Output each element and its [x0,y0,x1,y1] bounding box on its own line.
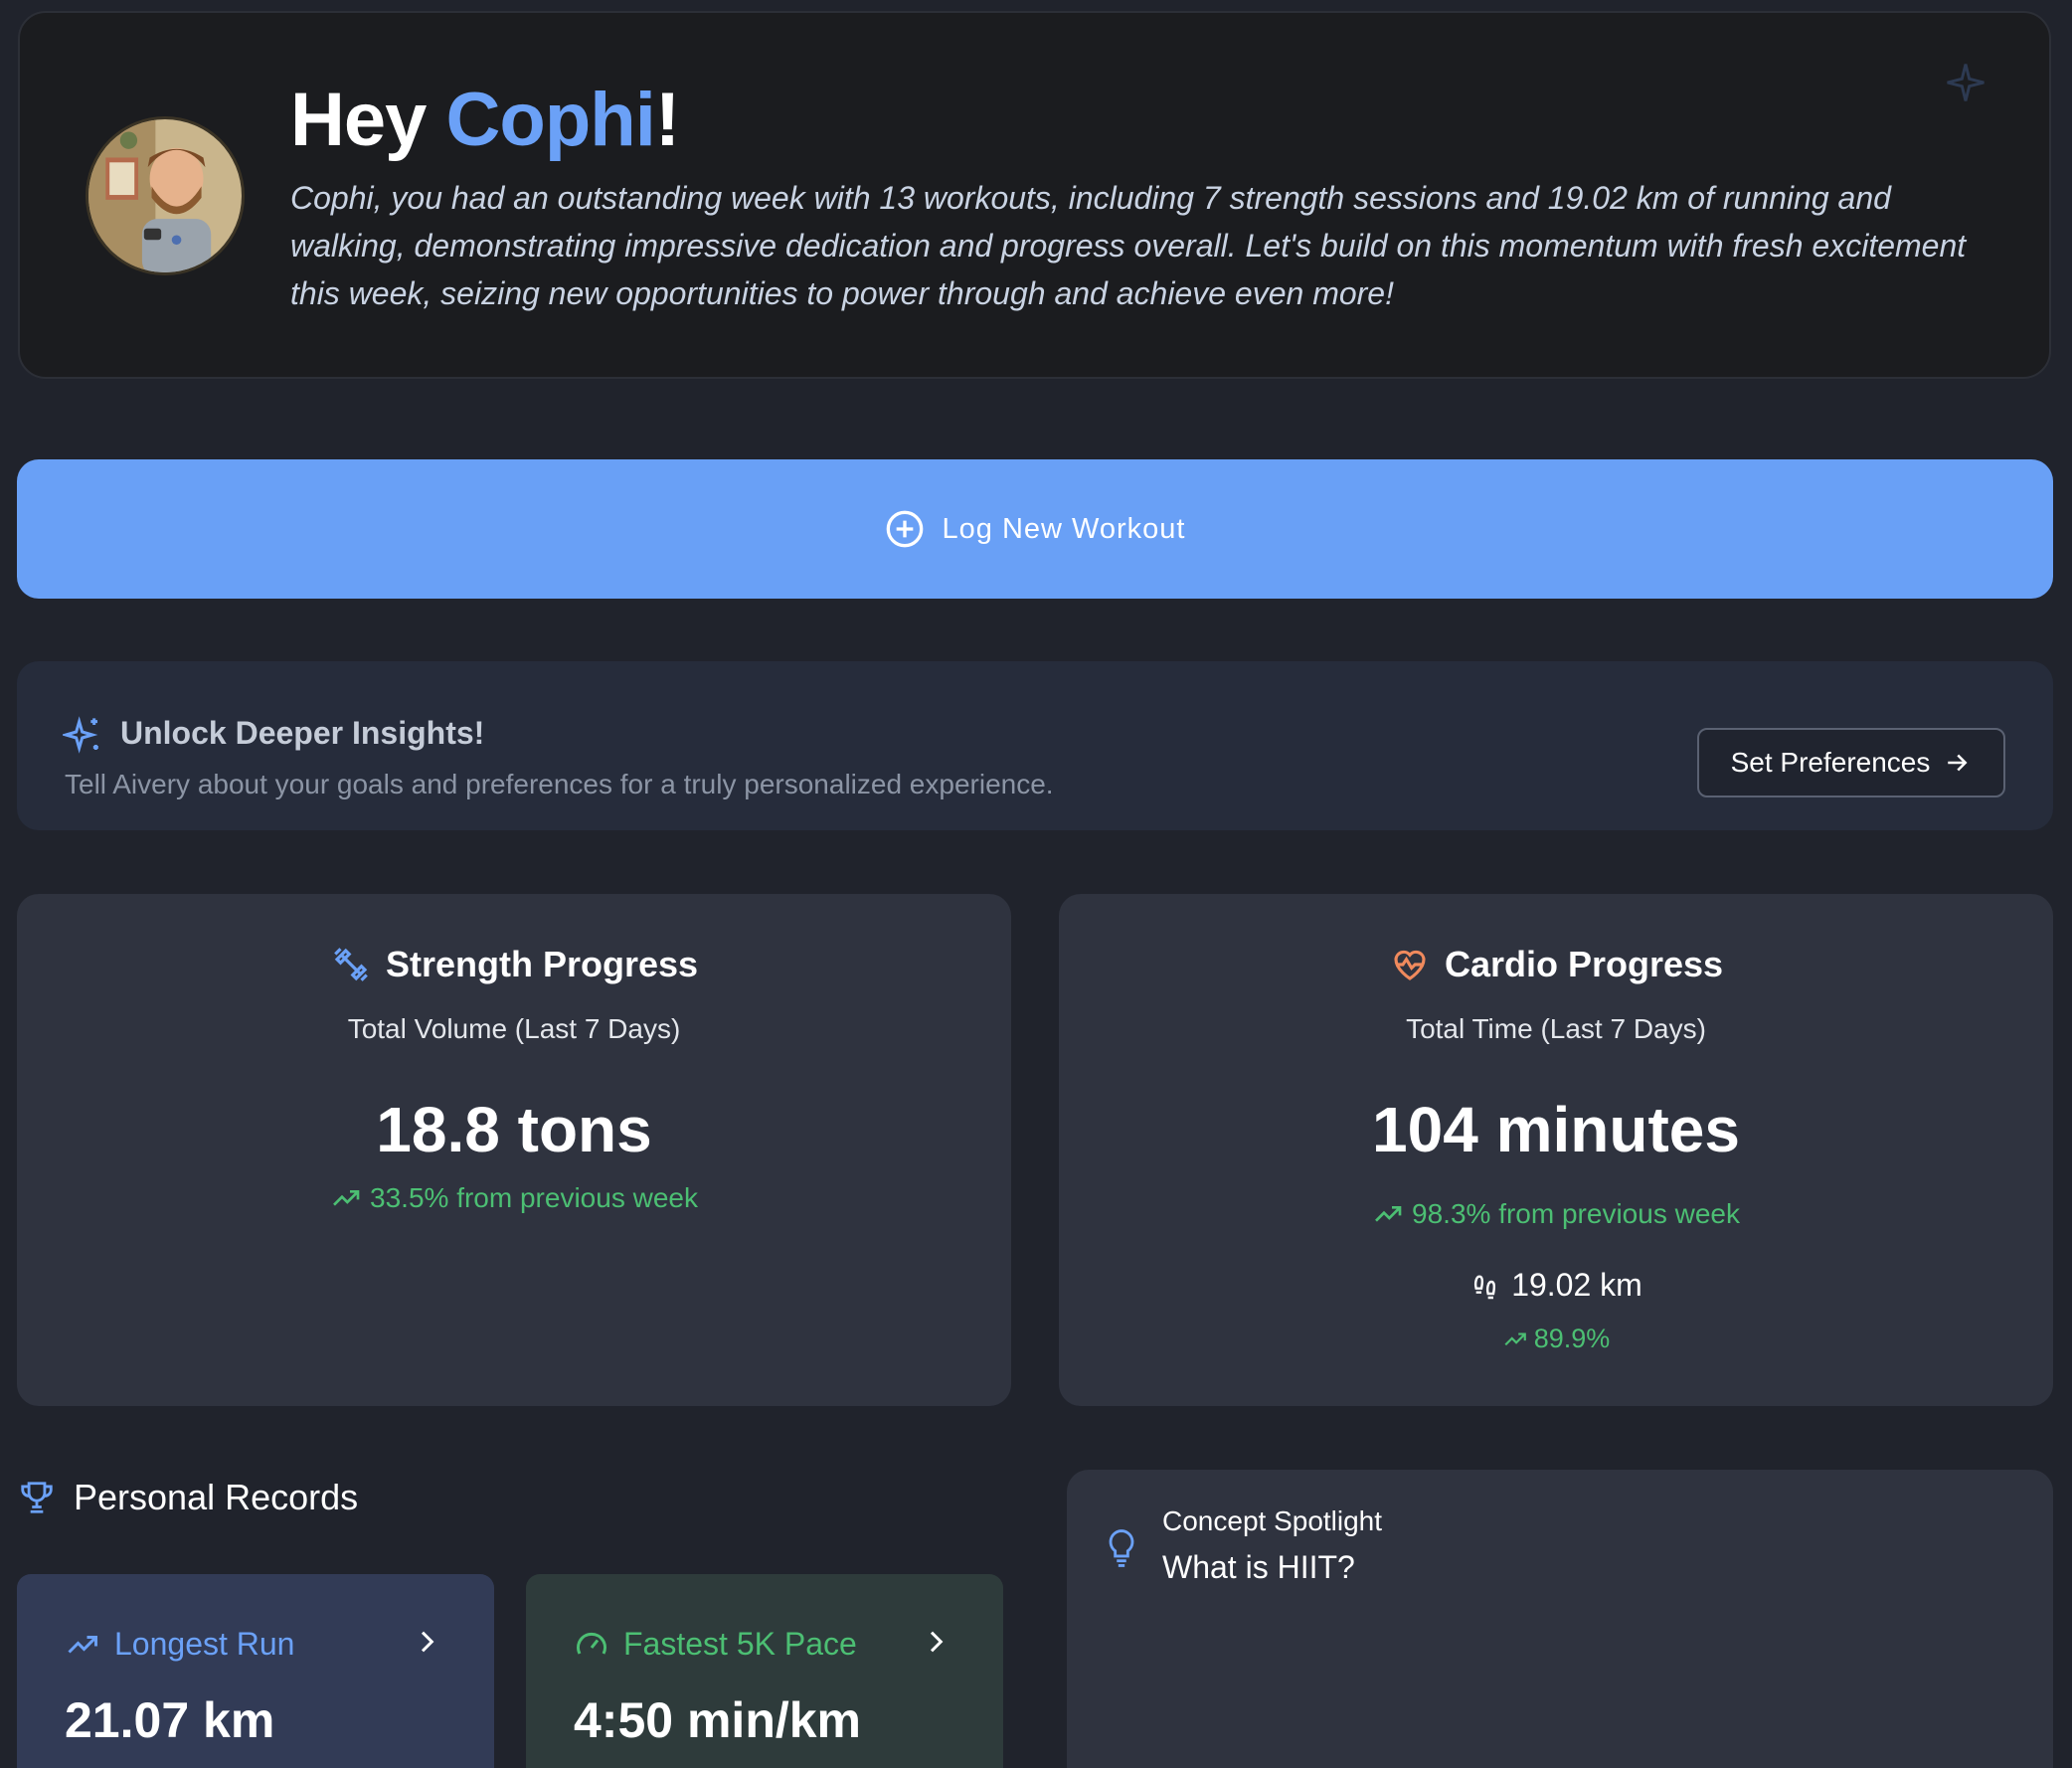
trending-up-icon [1504,1332,1526,1345]
heart-pulse-icon [1394,950,1426,980]
cardio-distance-value: 19.02 km [1511,1267,1642,1303]
cardio-time-value: 104 minutes [1372,1094,1740,1165]
plus-circle-icon [886,510,923,548]
arrow-right-icon [1948,754,1968,772]
strength-progress-header: Strength Progress [17,944,1011,985]
insights-banner: Unlock Deeper Insights! Tell Aivery abou… [17,661,2053,830]
chevron-right-icon[interactable] [411,1626,442,1658]
gauge-icon [577,1632,606,1655]
cardio-trend: 98.3% from previous week [1059,1198,2053,1230]
lightbulb-icon [1109,1529,1134,1567]
user-avatar [86,116,245,275]
chevron-right-icon[interactable] [920,1626,951,1658]
strength-progress-card: Strength Progress Total Volume (Last 7 D… [17,894,1011,1406]
trending-up-icon [1375,1206,1402,1222]
insights-subtitle: Tell Aivery about your goals and prefere… [65,769,1054,799]
concept-kicker: Concept Spotlight [1162,1505,1383,1536]
record-card-fastest-5k[interactable]: Fastest 5K Pace 4:50 min/km [526,1574,1003,1768]
cardio-progress-header: Cardio Progress [1059,944,2053,985]
record-label-text: Longest Run [114,1626,295,1662]
personal-records-title: Personal Records [74,1477,359,1517]
cardio-distance-trend-text: 89.9% [1533,1324,1611,1353]
trending-up-icon [68,1635,97,1654]
personal-records-header: Personal Records [18,1477,358,1518]
dumbbell-icon [334,948,368,981]
cardio-progress-card: Cardio Progress Total Time (Last 7 Days)… [1059,894,2053,1406]
concept-title: What is HIIT? [1162,1549,1355,1585]
record-label: Longest Run [65,1626,294,1663]
insights-title: Unlock Deeper Insights! [120,715,485,751]
strength-progress-title: Strength Progress [385,944,699,984]
concept-spotlight-card[interactable]: Concept Spotlight What is HIIT? [1067,1470,2053,1768]
log-new-workout-label: Log New Workout [942,512,1186,545]
trending-up-icon [333,1190,360,1206]
user-name: Cophi [445,78,656,162]
set-preferences-label: Set Preferences [1730,747,1931,778]
weekly-summary-text: Cophi, you had an outstanding week with … [290,180,1967,311]
cardio-distance: 19.02 km [1059,1267,2053,1304]
trophy-icon [21,1482,53,1513]
record-value: 21.07 km [65,1692,275,1748]
log-new-workout-button[interactable]: Log New Workout [17,459,2053,599]
strength-trend: 33.5% from previous week [17,1182,1011,1214]
greeting-heading: Hey Cophi! [290,78,680,162]
strength-volume-value: 18.8 tons [376,1094,652,1165]
cardio-progress-title: Cardio Progress [1444,944,1724,984]
strength-trend-text: 33.5% from previous week [370,1182,698,1213]
avatar-illustration-icon [88,119,242,272]
cardio-time-label: Total Time (Last 7 Days) [1406,1013,1706,1044]
strength-volume-label: Total Volume (Last 7 Days) [347,1013,681,1044]
record-label: Fastest 5K Pace [574,1626,857,1663]
record-label-text: Fastest 5K Pace [623,1626,857,1662]
dashboard-page: Hey Cophi! Cophi, you had an outstanding… [0,0,2072,1768]
sparkle-icon [1947,64,1985,101]
cardio-trend-text: 98.3% from previous week [1412,1198,1740,1229]
record-card-longest-run[interactable]: Longest Run 21.07 km [17,1574,494,1768]
record-value: 4:50 min/km [574,1692,862,1748]
cardio-distance-trend: 89.9% [1059,1324,2053,1354]
set-preferences-button[interactable]: Set Preferences [1697,728,2005,797]
footprints-icon [1474,1274,1496,1299]
welcome-card: Hey Cophi! Cophi, you had an outstanding… [18,11,2051,379]
sparkles-icon [63,716,98,754]
